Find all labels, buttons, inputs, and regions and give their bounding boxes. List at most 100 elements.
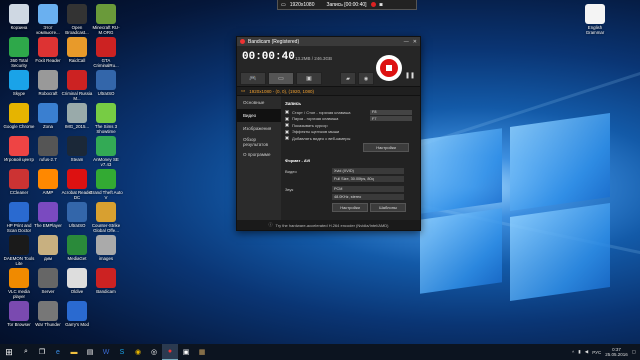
screenshot-icon[interactable]: ◉ [358, 72, 374, 85]
pause-icon[interactable]: ❚❚ [405, 72, 415, 79]
option-label: Добавлять видео с веб-камеры [292, 135, 351, 141]
edge-icon[interactable]: e [50, 344, 66, 360]
app-icon[interactable]: ▣ [178, 344, 194, 360]
app-icon [67, 169, 87, 189]
desktop-icon[interactable]: UltraISO [89, 70, 123, 96]
app-icon [9, 301, 29, 321]
folder-icon[interactable]: ▰ [340, 72, 356, 85]
app-icon [96, 37, 116, 57]
desktop-icon[interactable]: The Sims 3 Showtime [89, 103, 123, 134]
desktop-icon-label: Minecraft RU-M.ORG [92, 25, 120, 35]
task-view-icon[interactable]: ❐ [34, 344, 50, 360]
sidebar-item[interactable]: Видео [237, 109, 281, 122]
desktop-icon-label: AnMoney SE v7.43 [93, 157, 119, 167]
hotkey-field[interactable]: F8 [370, 109, 412, 115]
game-mode-icon[interactable]: 🎮 [240, 72, 266, 85]
checkbox[interactable] [285, 123, 289, 128]
app-icon [9, 4, 29, 24]
record-settings-button[interactable]: Настройки [363, 143, 409, 152]
header-panel: 00:00:40 13.2MB / 246.3GB 🎮 ▭ ▣ ▰ ◉ ❚❚ [237, 46, 420, 86]
app-icon [96, 136, 116, 156]
app-icon [38, 202, 58, 222]
record-option[interactable]: Добавлять видео с веб-камеры [281, 135, 420, 142]
target-bar[interactable]: ▭ 1920x1080 - (0, 0), (1920, 1080) [237, 86, 420, 96]
skype-icon[interactable]: S [114, 344, 130, 360]
app-icon [96, 103, 116, 123]
steam-icon[interactable]: ◎ [146, 344, 162, 360]
bandicam-taskbar-icon[interactable]: ● [162, 344, 178, 360]
chrome-icon[interactable]: ◉ [130, 344, 146, 360]
info-icon: ⓘ [268, 222, 273, 227]
app-icon [38, 136, 58, 156]
language-indicator[interactable]: РУС [592, 350, 601, 355]
stop-icon [380, 59, 398, 77]
screen-icon: ▭ [281, 1, 286, 8]
desktop-icon-english-grammar[interactable]: English Grammar [578, 4, 612, 35]
record-header: Запись [285, 101, 302, 106]
checkbox[interactable] [285, 110, 289, 115]
option-label: Пауза - горячая клавиша [292, 116, 339, 122]
camera-icon[interactable]: ◙ [380, 2, 383, 8]
format-label: Формат - AVI [285, 158, 311, 163]
video-codec: Xvid (XVID) [332, 168, 404, 174]
desktop-icon[interactable]: images [89, 235, 123, 261]
record-option[interactable]: Старт / Стоп - горячая клавиша F8 [281, 109, 420, 116]
hdmi-mode-icon[interactable]: ▣ [296, 72, 322, 85]
record-button[interactable] [376, 55, 402, 81]
footer-hint[interactable]: ⓘ Try the hardware-accelerated H.264 enc… [237, 220, 420, 230]
option-label: Показывать курсор [292, 122, 328, 128]
desktop-icon[interactable]: Bandicam [89, 268, 123, 294]
desktop-icon[interactable]: Counter-Strike Global Offe... [89, 202, 123, 233]
desktop-icon-label: images [98, 256, 114, 261]
network-icon[interactable]: ▮ [578, 349, 580, 355]
checkbox[interactable] [285, 116, 289, 121]
templates-button[interactable]: Шаблоны [370, 203, 406, 212]
app-icon [96, 202, 116, 222]
recording-resolution: 1920x1080 [289, 1, 315, 8]
sidebar-item[interactable]: Обзор результатов [237, 135, 281, 148]
checkbox[interactable] [285, 129, 289, 134]
start-button[interactable]: ⊞ [0, 344, 18, 360]
desktop-icon[interactable]: Garry's Mod [60, 301, 94, 327]
minimize-icon[interactable]: — [404, 39, 409, 45]
notifications-icon[interactable]: ▢ [632, 349, 636, 355]
app-icon [38, 268, 58, 288]
app-icon [67, 202, 87, 222]
system-tray: ^ ▮ ◀ РУС 0:37 25.05.2016 ▢ [572, 344, 636, 360]
volume-icon[interactable]: ◀ [585, 349, 588, 355]
recording-bar[interactable]: ▭ 1920x1080 Запись [00:00:40] ◙ [277, 0, 417, 10]
close-icon[interactable]: ✕ [413, 39, 417, 45]
sidebar-item[interactable]: Изображения [237, 122, 281, 135]
clock[interactable]: 0:37 25.05.2016 [605, 347, 628, 357]
sidebar-item[interactable]: О программе [237, 148, 281, 161]
rectangle-mode-icon[interactable]: ▭ [268, 72, 294, 85]
audio-label: Звук [285, 187, 294, 192]
app-icon [96, 268, 116, 288]
app-icon [67, 301, 87, 321]
desktop-icon[interactable]: GTA CriminalRu... [89, 37, 123, 68]
format-settings-button[interactable]: Настройки [332, 203, 368, 212]
desktop-icon[interactable]: AnMoney SE v7.43 [89, 136, 123, 167]
app-icon [38, 301, 58, 321]
desktop-icon-label: The Sims 3 Showtime [94, 124, 118, 134]
app-icon [38, 103, 58, 123]
search-icon[interactable]: ⌕ [18, 344, 34, 360]
record-dot-icon[interactable] [370, 2, 376, 7]
settings-body: Основные Видео Изображения Обзор результато… [237, 96, 420, 221]
windows-logo [420, 110, 620, 302]
checkbox[interactable] [285, 136, 289, 141]
desktop-icon-label: UltraISO [97, 91, 115, 96]
hotkey-field[interactable]: F7 [370, 116, 412, 122]
tray-arrow-icon[interactable]: ^ [572, 350, 574, 355]
word-icon[interactable]: W [98, 344, 114, 360]
audio-details: 48.0KHz, stereo [332, 194, 404, 200]
desktop-icon[interactable]: Grand Theft Auto V [89, 169, 123, 200]
desktop-icon-label: Bandicam [96, 289, 116, 294]
app-icon [67, 103, 87, 123]
desktop-icon[interactable]: Minecraft RU-M.ORG [89, 4, 123, 35]
sidebar-item[interactable]: Основные [237, 96, 281, 109]
explorer-icon[interactable]: ▬ [66, 344, 82, 360]
store-icon[interactable]: ▤ [82, 344, 98, 360]
tool-buttons: ▰ ◉ [340, 72, 374, 85]
box-icon[interactable]: ▦ [194, 344, 210, 360]
